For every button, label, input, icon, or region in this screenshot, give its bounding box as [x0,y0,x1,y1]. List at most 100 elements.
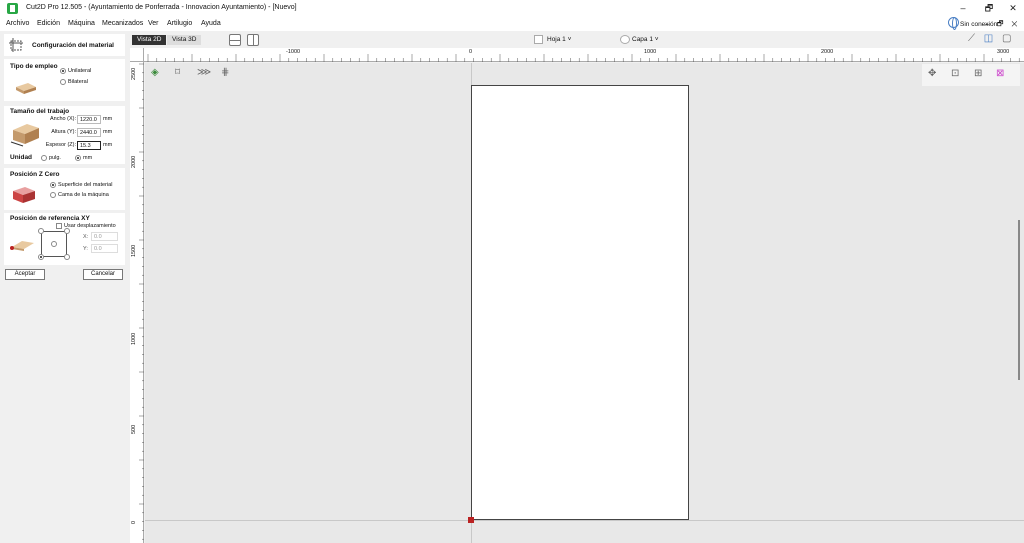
job-type-title: Tipo de empleo [10,63,58,70]
scrollbar[interactable] [1018,220,1020,380]
x-axis-line [145,520,1024,521]
title-bar: Cut2D Pro 12.505 - (Ayuntamiento de Ponf… [0,0,1024,17]
ruler-corner[interactable] [130,48,144,62]
height-field[interactable]: 2440.0 [77,128,101,137]
layer-selector[interactable]: Capa 1 ˅ [632,36,659,43]
unit-inch-label: pulg. [49,155,61,161]
panel-header: Configuración del material [4,34,125,56]
menu-ayuda[interactable]: Ayuda [201,20,221,27]
job-size-title: Tamaño del trabajo [10,108,70,115]
origin-center-radio[interactable] [51,241,57,247]
single-sided-label: Unilateral [68,68,92,74]
material-sheet[interactable] [471,85,689,520]
window-title: Cut2D Pro 12.505 - (Ayuntamiento de Ponf… [26,4,297,11]
pan-icon[interactable]: ✥ [928,68,936,79]
y-offset-field[interactable]: 0.0 [91,244,118,253]
zoom-box-icon[interactable]: ⊡ [951,68,959,79]
layer-icon [620,35,630,44]
width-field[interactable]: 1220.0 [77,115,101,124]
hatch-icon[interactable]: ⋕ [221,67,229,78]
snap-icon[interactable]: ⟋ [968,33,975,44]
height-label: Altura (Y): [51,129,76,135]
split-vertical-icon[interactable] [247,34,259,46]
ruler-label-500: 500 [131,424,137,434]
menu-artilugio[interactable]: Artilugio [167,20,192,27]
unit-mm-radio[interactable] [75,155,81,161]
panel-toggle-icon[interactable]: ▢ [1002,33,1011,44]
material-setup-icon [9,38,23,52]
origin-marker [468,517,474,523]
height-unit: mm [103,129,113,135]
sheet-icon [534,35,543,44]
node-edit-icon[interactable]: ⌑ [175,67,180,78]
unit-inch-radio[interactable] [41,155,47,161]
material-surface-radio[interactable] [50,182,56,188]
origin-bottom-right-radio[interactable] [64,254,70,260]
z-zero-section: Posición Z Cero Superficie del material … [4,168,125,210]
menu-maquina[interactable]: Máquina [68,20,95,27]
maximize-button[interactable]: 🗗 [982,2,996,15]
machine-bed-radio[interactable] [50,192,56,198]
tab-2d-view[interactable]: Vista 2D [132,35,167,45]
origin-top-left-radio[interactable] [38,228,44,234]
tab-3d-view[interactable]: Vista 3D [167,35,202,45]
app-icon [7,3,18,14]
toolpath-icon[interactable]: ⋙ [197,67,211,78]
ruler-v-ticks [139,63,144,540]
view-tools: ✥ ⊡ ⊞ ⊠ [922,64,1020,86]
ruler-label-1000: 1000 [131,332,137,345]
single-sided-radio[interactable] [60,68,66,74]
use-offset-label: Usar desplazamiento [64,223,116,229]
use-offset-checkbox[interactable] [56,223,62,229]
cancel-button[interactable]: Cancelar [83,269,123,280]
split-horizontal-icon[interactable] [229,34,241,46]
menu-archivo[interactable]: Archivo [6,20,29,27]
origin-bottom-left-radio[interactable] [38,254,44,260]
xy-origin-icon [10,241,34,251]
sheet-selector[interactable]: Hoja 1 ˅ [547,36,571,43]
thickness-field[interactable]: 15.3 [77,141,101,150]
menu-ver[interactable]: Ver [148,20,159,27]
job-size-icon [10,124,39,147]
panel-title: Configuración del material [32,42,114,49]
ruler-label-0v: 0 [131,520,137,524]
z-zero-icon [13,187,35,203]
unit-mm-label: mm [83,155,93,161]
machine-bed-label: Cama de la máquina [58,192,109,198]
drawing-canvas[interactable]: ◈ ⌑ ⋙ ⋕ ✥ ⊡ ⊞ ⊠ [145,63,1024,543]
draw-color-icon[interactable]: ◈ [151,67,159,78]
xy-origin-section: Posición de referencia XY Usar desplazam… [4,213,125,265]
accept-button[interactable]: Aceptar [5,269,45,280]
view-tab-bar: Vista 2D Vista 3D Hoja 1 ˅ Capa 1 ˅ [130,31,1024,48]
ruler-h-ticks [147,54,1020,62]
xy-origin-title: Posición de referencia XY [10,215,90,222]
minimize-button[interactable]: – [956,2,970,15]
menu-edicion[interactable]: Edición [37,20,60,27]
material-surface-label: Superficie del material [58,182,113,188]
single-sided-icon [16,83,36,94]
y-offset-label: Y: [83,246,88,252]
thickness-unit: mm [103,142,113,148]
ruler-label-2000: 2000 [131,155,137,168]
globe-icon[interactable] [948,17,959,30]
menu-mecanizados[interactable]: Mecanizados [102,20,143,27]
x-offset-field[interactable]: 0.0 [91,232,118,241]
zoom-selection-icon[interactable]: ⊠ [996,68,1004,79]
thickness-label: Espesor (Z): [45,142,76,148]
header-right-tools: ⟋ ◫ ▢ [968,33,1011,44]
menu-bar: Archivo Edición Máquina Mecanizados Ver … [0,17,1024,31]
document-window-controls[interactable]: – 🗗 ✕ [985,20,1020,31]
double-sided-radio[interactable] [60,79,66,85]
unit-label: Unidad [10,154,33,161]
shapes-icon[interactable]: ◫ [984,33,993,44]
job-size-section: Tamaño del trabajo Ancho (X): 1220.0 mm … [4,106,125,164]
double-sided-label: Bilateral [68,79,88,85]
origin-top-right-radio[interactable] [64,228,70,234]
ruler-vertical: 2500 2000 1500 1000 500 0 [130,62,144,543]
job-type-section: Tipo de empleo Unilateral Bilateral [4,59,125,101]
width-label: Ancho (X): [50,116,76,122]
close-button[interactable]: ✕ [1006,2,1020,15]
ruler-label-1500: 1500 [131,244,137,257]
material-setup-panel: Configuración del material Tipo de emple… [0,31,130,543]
zoom-extents-icon[interactable]: ⊞ [974,68,982,79]
